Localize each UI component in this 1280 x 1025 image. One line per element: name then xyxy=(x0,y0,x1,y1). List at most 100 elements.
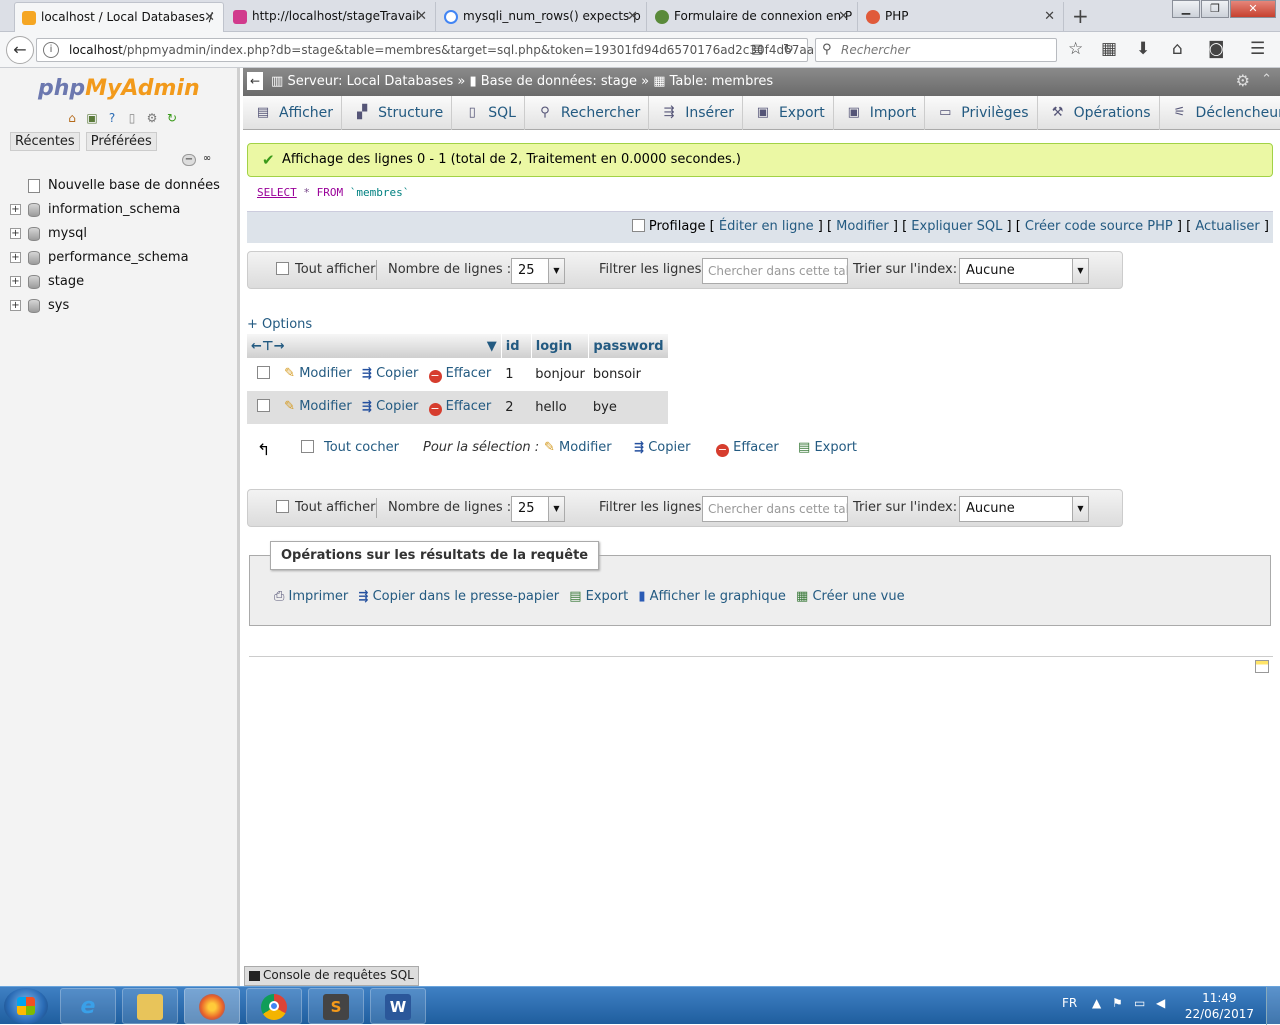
filter-input[interactable]: Chercher dans cette table xyxy=(702,258,848,284)
browser-tab-phpmyadmin[interactable]: localhost / Local Databases / ✕ xyxy=(14,2,224,32)
collapse-all-icon[interactable]: − xyxy=(182,154,196,166)
row-checkbox[interactable] xyxy=(257,399,270,412)
cell-id[interactable]: 1 xyxy=(501,358,531,391)
bookmarks-list-icon[interactable]: ▦ xyxy=(1101,39,1117,59)
close-tab-icon[interactable]: ✕ xyxy=(1044,9,1055,24)
download-icon[interactable]: ⬇ xyxy=(1136,39,1150,59)
browser-tab-formulaire[interactable]: Formulaire de connexion en P ✕ xyxy=(648,2,858,32)
expand-icon[interactable]: + xyxy=(10,276,21,287)
show-desktop-button[interactable] xyxy=(1266,987,1280,1025)
volume-icon[interactable]: ◀ xyxy=(1156,996,1165,1010)
rows-select[interactable]: 25 ▼ xyxy=(511,258,565,284)
expand-icon[interactable]: + xyxy=(10,300,21,311)
help-icon[interactable]: ? xyxy=(104,110,120,126)
close-tab-icon[interactable]: ✕ xyxy=(204,10,215,25)
tab-rechercher[interactable]: ⚲ Rechercher xyxy=(525,96,650,130)
taskbar-word[interactable]: W xyxy=(370,988,426,1024)
collapse-top-icon[interactable]: ⌃ xyxy=(1261,72,1272,87)
settings-icon[interactable]: ⚙ xyxy=(144,110,160,126)
taskbar-sublime[interactable]: S xyxy=(308,988,364,1024)
logout-icon[interactable]: ▣ xyxy=(84,110,100,126)
info-icon[interactable]: i xyxy=(43,42,59,58)
browser-tab-stagetravail[interactable]: http://localhost/stageTravail ✕ xyxy=(226,2,436,32)
close-tab-icon[interactable]: ✕ xyxy=(838,9,849,24)
tree-db-sys[interactable]: + sys xyxy=(8,295,220,319)
edit-row-link[interactable]: ✎ Modifier xyxy=(284,366,352,381)
phpmyadmin-logo[interactable]: phpMyAdmin xyxy=(38,76,200,101)
tab-afficher[interactable]: ▤ Afficher xyxy=(243,96,343,130)
browser-tab-php[interactable]: PHP ✕ xyxy=(859,2,1064,32)
refresh-link[interactable]: Actualiser xyxy=(1195,219,1259,234)
tab-operations[interactable]: ⚒ Opérations xyxy=(1038,96,1160,130)
tree-db-performance-schema[interactable]: + performance_schema xyxy=(8,247,220,271)
browser-tab-google[interactable]: mysqli_num_rows() expects p ✕ xyxy=(437,2,647,32)
show-all-checkbox[interactable] xyxy=(276,262,289,277)
tree-db-information-schema[interactable]: + information_schema xyxy=(8,199,220,223)
cell-password[interactable]: bye xyxy=(588,391,669,424)
minimize-button[interactable]: ▁ xyxy=(1172,0,1200,18)
bookmark-note-icon[interactable] xyxy=(1255,660,1269,673)
copy-row-link[interactable]: ⇶ Copier xyxy=(362,366,418,381)
expand-icon[interactable]: + xyxy=(10,204,21,215)
sort-dropdown-icon[interactable]: ▼ xyxy=(487,339,497,354)
bulk-export-button[interactable]: ▤ Export xyxy=(798,440,857,455)
profiling-checkbox[interactable] xyxy=(631,219,645,232)
delete-row-link[interactable]: − Effacer xyxy=(428,366,491,383)
cell-login[interactable]: hello xyxy=(531,391,589,424)
tab-import[interactable]: ▣ Import xyxy=(834,96,926,130)
tab-privileges[interactable]: ▭ Privilèges xyxy=(925,96,1038,130)
sort-index-select[interactable]: Aucune ▼ xyxy=(959,258,1089,284)
arrows-icon[interactable]: ←⊤→ xyxy=(251,339,285,354)
bulk-copy-button[interactable]: ⇶ Copier xyxy=(634,440,690,455)
close-tab-icon[interactable]: ✕ xyxy=(627,9,638,24)
php-code-link[interactable]: Créer code source PHP xyxy=(1025,219,1173,234)
expand-icon[interactable]: + xyxy=(10,228,21,239)
reload-icon[interactable]: ↻ xyxy=(783,42,794,57)
close-window-button[interactable]: ✕ xyxy=(1230,0,1276,18)
menu-icon[interactable]: ☰ xyxy=(1250,39,1265,59)
edit-query-link[interactable]: Modifier xyxy=(836,219,889,234)
rows-select[interactable]: 25 ▼ xyxy=(511,496,565,522)
settings-gear-icon[interactable]: ⚙ xyxy=(1236,71,1250,90)
tab-declencheurs[interactable]: ⚟Déclencheurs xyxy=(1160,96,1280,130)
taskbar-explorer[interactable] xyxy=(122,988,178,1024)
copy-row-link[interactable]: ⇶ Copier xyxy=(362,399,418,414)
clock[interactable]: 11:49 22/06/2017 xyxy=(1185,990,1254,1022)
copy-clipboard-link[interactable]: ⇶ Copier dans le presse-papier xyxy=(358,589,559,604)
cell-password[interactable]: bonsoir xyxy=(589,358,668,391)
language-indicator[interactable]: FR xyxy=(1062,996,1077,1010)
column-header-id[interactable]: id xyxy=(501,334,532,358)
sql-console-toggle[interactable]: Console de requêtes SQL xyxy=(244,966,419,986)
breadcrumb-server[interactable]: Serveur: Local Databases xyxy=(287,74,453,89)
sql-keyword-select[interactable]: SELECT xyxy=(257,186,297,199)
edit-row-link[interactable]: ✎ Modifier xyxy=(284,399,352,414)
home-icon[interactable]: ⌂ xyxy=(1172,39,1183,59)
column-header-password[interactable]: password xyxy=(588,334,669,358)
tree-db-mysql[interactable]: + mysql xyxy=(8,223,220,247)
filter-input[interactable]: Chercher dans cette table xyxy=(702,496,848,522)
search-input[interactable]: ⚲ Rechercher xyxy=(815,38,1057,62)
breadcrumb-table[interactable]: Table: membres xyxy=(670,74,774,89)
tab-favorites[interactable]: Préférées xyxy=(85,132,157,151)
tab-recent[interactable]: Récentes xyxy=(10,132,80,151)
network-icon[interactable]: ▭ xyxy=(1134,996,1145,1010)
bookmark-star-icon[interactable]: ☆ xyxy=(1068,39,1083,59)
taskbar-chrome[interactable] xyxy=(246,988,302,1024)
pocket-icon[interactable]: ◙ xyxy=(1208,39,1225,59)
check-all-checkbox[interactable] xyxy=(301,440,314,455)
cell-id[interactable]: 2 xyxy=(501,391,532,424)
bulk-delete-button[interactable]: − Effacer xyxy=(716,440,779,457)
inline-edit-link[interactable]: Éditer en ligne xyxy=(719,219,814,234)
new-tab-button[interactable]: + xyxy=(1072,4,1089,28)
breadcrumb-database[interactable]: Base de données: stage xyxy=(481,74,637,89)
row-checkbox[interactable] xyxy=(257,366,270,379)
start-button[interactable] xyxy=(4,988,48,1024)
home-icon[interactable]: ⌂ xyxy=(64,110,80,126)
check-all-label[interactable]: Tout cocher xyxy=(324,440,399,455)
bulk-edit-button[interactable]: ✎ Modifier xyxy=(544,440,612,455)
close-tab-icon[interactable]: ✕ xyxy=(416,9,427,24)
address-bar[interactable]: i localhost/phpmyadmin/index.php?db=stag… xyxy=(36,38,829,62)
create-view-link[interactable]: ▦ Créer une vue xyxy=(796,589,905,604)
print-link[interactable]: ⎙ Imprimer xyxy=(274,589,348,604)
show-all-checkbox[interactable] xyxy=(276,500,289,515)
